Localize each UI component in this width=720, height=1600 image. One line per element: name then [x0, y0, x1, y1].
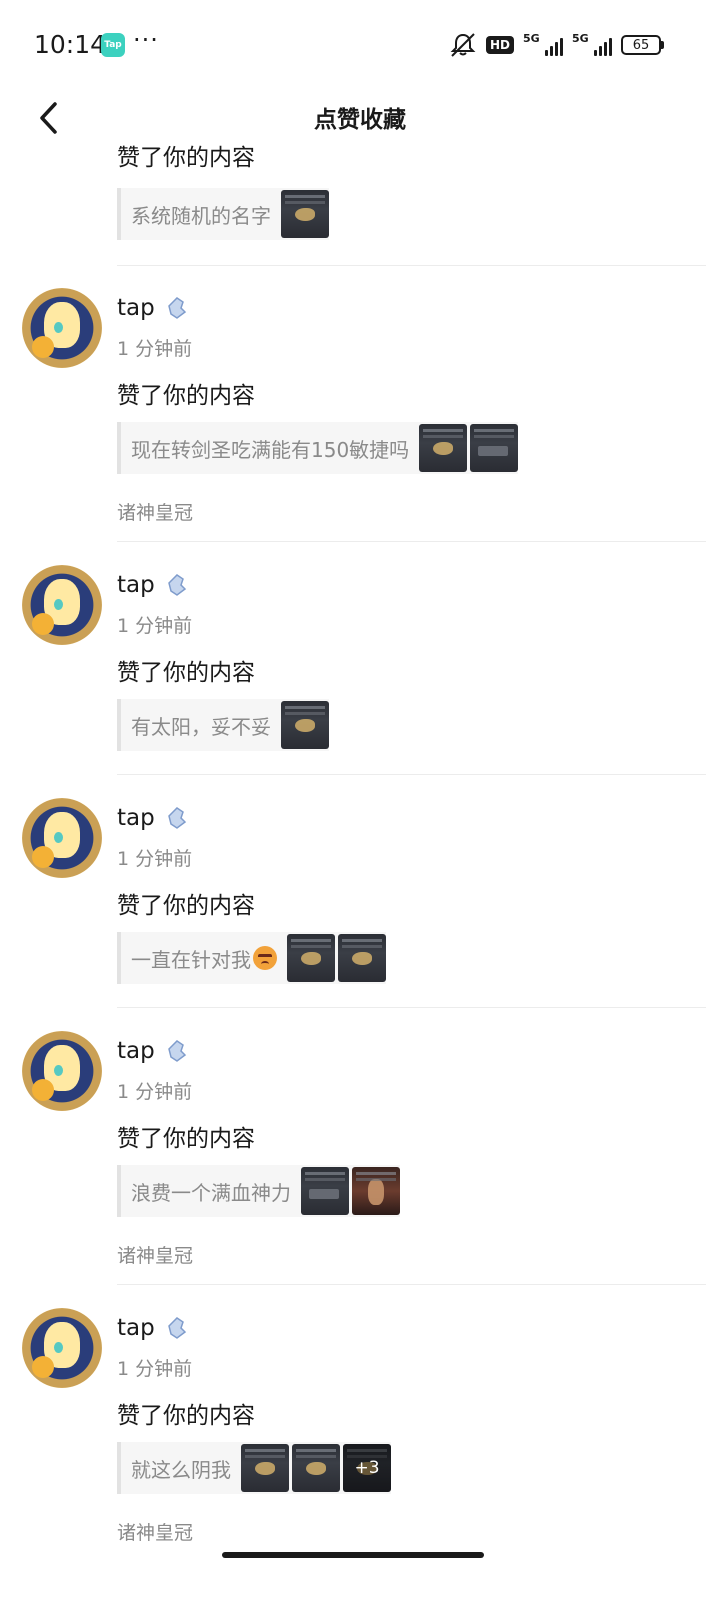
post-image-thumbnail[interactable] — [241, 1444, 289, 1492]
divider — [117, 265, 706, 266]
verified-badge-icon — [167, 1040, 186, 1062]
post-image-thumbnail[interactable] — [281, 701, 329, 749]
post-image-thumbnail[interactable] — [338, 934, 386, 982]
more-images-thumbnail[interactable]: +3 — [343, 1444, 391, 1492]
more-images-count: +3 — [354, 1458, 380, 1478]
post-image-thumbnail[interactable] — [470, 424, 519, 472]
home-indicator[interactable] — [222, 1552, 484, 1558]
timestamp: 1 分钟前 — [117, 1081, 193, 1103]
username[interactable]: tap — [117, 295, 155, 321]
verified-badge-icon — [167, 1317, 186, 1339]
post-image-thumbnail[interactable] — [281, 190, 329, 238]
avatar[interactable] — [22, 798, 102, 878]
verified-badge-icon — [167, 297, 186, 319]
avatar[interactable] — [22, 1031, 102, 1111]
action-text: 赞了你的内容 — [117, 1126, 255, 1152]
status-indicators: HD 5G 5G 65 — [449, 31, 664, 59]
game-tag[interactable]: 诸神皇冠 — [117, 1241, 193, 1268]
quoted-post-text: 浪费一个满血神力 — [131, 1180, 291, 1205]
likes-feed[interactable]: 赞了你的内容 系统随机的名字 tap 1 分钟前 赞了你的内容 现在转剑圣吃满能… — [0, 144, 720, 1600]
divider — [117, 774, 706, 775]
action-text: 赞了你的内容 — [117, 1403, 255, 1429]
status-time: 10:14 — [34, 30, 107, 59]
quoted-post[interactable]: 现在转剑圣吃满能有150敏捷吗 — [117, 422, 519, 474]
avatar[interactable] — [22, 565, 102, 645]
quoted-post[interactable]: 有太阳，妥不妥 — [117, 699, 329, 751]
more-notifications-icon: ··· — [133, 26, 159, 54]
page-title: 点赞收藏 — [314, 107, 406, 133]
tap-app-icon: Tap — [101, 33, 125, 57]
notification-item: tap 1 分钟前 赞了你的内容 一直在针对我 — [0, 798, 720, 1030]
hd-voice-badge: HD — [485, 36, 514, 54]
divider — [117, 1284, 706, 1285]
post-image-thumbnail[interactable] — [419, 424, 468, 472]
verified-badge-icon — [167, 574, 186, 596]
post-image-thumbnail[interactable] — [292, 1444, 340, 1492]
mute-bell-icon — [449, 32, 477, 58]
timestamp: 1 分钟前 — [117, 848, 193, 870]
post-image-thumbnail[interactable] — [287, 934, 335, 982]
username[interactable]: tap — [117, 572, 155, 598]
game-tag[interactable]: 诸神皇冠 — [117, 498, 193, 525]
notification-item: 赞了你的内容 系统随机的名字 — [0, 144, 720, 266]
battery-icon: 65 — [621, 35, 664, 55]
avatar[interactable] — [22, 1308, 102, 1388]
action-text: 赞了你的内容 — [117, 145, 255, 171]
quoted-post-text: 现在转剑圣吃满能有150敏捷吗 — [131, 437, 410, 462]
quoted-post[interactable]: 浪费一个满血神力 — [117, 1165, 400, 1217]
username[interactable]: tap — [117, 805, 155, 831]
timestamp: 1 分钟前 — [117, 1358, 193, 1380]
header: 点赞收藏 — [0, 90, 720, 150]
quoted-post[interactable]: 就这么阴我 +3 — [117, 1442, 391, 1494]
post-image-thumbnail[interactable] — [352, 1167, 400, 1215]
battery-level: 65 — [621, 35, 661, 55]
quoted-post-text: 一直在针对我 — [131, 947, 251, 972]
quoted-post[interactable]: 一直在针对我 — [117, 932, 386, 984]
quoted-post-text: 就这么阴我 — [131, 1457, 231, 1482]
quoted-post-text: 系统随机的名字 — [131, 203, 271, 228]
quoted-post[interactable]: 系统随机的名字 — [117, 188, 329, 240]
quoted-post-text: 有太阳，妥不妥 — [131, 714, 271, 739]
divider — [117, 1007, 706, 1008]
avatar[interactable] — [22, 288, 102, 368]
action-text: 赞了你的内容 — [117, 660, 255, 686]
notification-item: tap 1 分钟前 赞了你的内容 有太阳，妥不妥 — [0, 565, 720, 797]
angry-face-emoji-icon — [253, 946, 277, 970]
action-text: 赞了你的内容 — [117, 383, 255, 409]
username[interactable]: tap — [117, 1315, 155, 1341]
notification-item: tap 1 分钟前 赞了你的内容 现在转剑圣吃满能有150敏捷吗 诸神皇冠 — [0, 288, 720, 564]
action-text: 赞了你的内容 — [117, 893, 255, 919]
status-bar: 10:14 Tap ··· HD 5G 5G 65 — [0, 0, 720, 90]
post-image-thumbnail[interactable] — [301, 1167, 349, 1215]
username[interactable]: tap — [117, 1038, 155, 1064]
verified-badge-icon — [167, 807, 186, 829]
timestamp: 1 分钟前 — [117, 615, 193, 637]
divider — [117, 541, 706, 542]
signal-5g-1-icon: 5G — [523, 32, 563, 56]
game-tag[interactable]: 诸神皇冠 — [117, 1518, 193, 1545]
timestamp: 1 分钟前 — [117, 338, 193, 360]
signal-5g-2-icon: 5G — [572, 32, 612, 56]
notification-item: tap 1 分钟前 赞了你的内容 浪费一个满血神力 诸神皇冠 — [0, 1031, 720, 1307]
